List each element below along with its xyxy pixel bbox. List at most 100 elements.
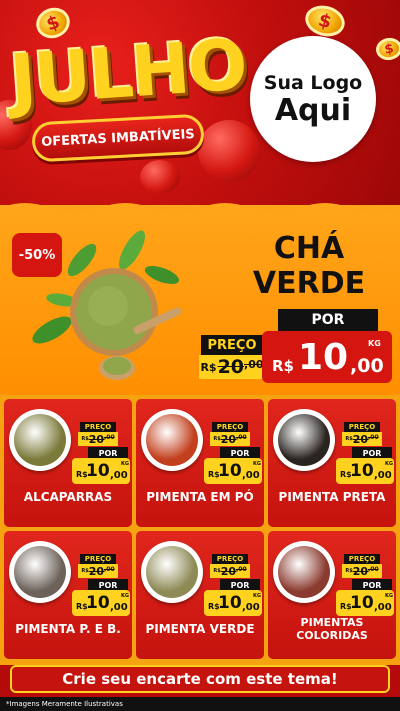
- decorative-ball: [198, 120, 260, 182]
- product-image: [273, 541, 335, 603]
- old-price-label: PREÇO: [80, 554, 116, 564]
- old-price-cents: ,00: [104, 434, 115, 441]
- page-title: JULHO: [7, 23, 249, 122]
- product-card: PREÇO R$ 20 ,00 POR R$ 10 ,00 KG PIMENTA…: [136, 531, 264, 659]
- product-name: PIMENTA PRETA: [278, 490, 386, 504]
- product-image: [9, 409, 71, 471]
- old-price: R$ 20 ,00: [210, 432, 250, 446]
- product-name: PIMENTA VERDE: [145, 622, 255, 636]
- old-price-label: PREÇO: [212, 554, 248, 564]
- old-price-prefix: R$: [81, 568, 89, 574]
- old-price-whole: 20: [88, 432, 104, 446]
- wave-divider: [0, 203, 400, 216]
- unit-label: KG: [385, 593, 393, 599]
- coin-icon: $: [374, 35, 400, 63]
- new-price: R$ 10 ,00 KG: [72, 458, 130, 484]
- old-price: R$ 20 ,00: [342, 564, 382, 578]
- old-price: R$ 20 ,00: [199, 355, 265, 379]
- old-price-label: PREÇO: [80, 422, 116, 432]
- new-price-cents: ,00: [374, 470, 392, 481]
- new-price-whole: 10: [350, 461, 374, 481]
- product-name: PIMENTAS COLORIDAS: [296, 616, 368, 642]
- new-price-whole: 10: [86, 461, 110, 481]
- product-image-fill: [146, 414, 198, 466]
- new-price-prefix: R$: [272, 357, 294, 375]
- old-price-label: PREÇO: [344, 554, 380, 564]
- unit-label: KG: [253, 593, 261, 599]
- new-price: R$ 10 ,00 KG: [262, 331, 392, 383]
- product-card: PREÇO R$ 20 ,00 POR R$ 10 ,00 KG PIMENTA…: [4, 531, 132, 659]
- old-price-whole: 20: [220, 432, 236, 446]
- header-banner: $ $ $ JULHO OFERTAS IMBATÍVEIS Sua Logo …: [0, 0, 400, 215]
- product-card: PREÇO R$ 20 ,00 POR R$ 10 ,00 KG PIMENTA…: [136, 399, 264, 527]
- product-image-fill: [14, 414, 66, 466]
- new-price-whole: 10: [350, 593, 374, 613]
- new-price-whole: 10: [86, 593, 110, 613]
- footnote: *Imagens Meramente Ilustrativas: [0, 697, 400, 711]
- new-price: R$ 10 ,00 KG: [72, 590, 130, 616]
- old-price-prefix: R$: [81, 436, 89, 442]
- product-card: PREÇO R$ 20 ,00 POR R$ 10 ,00 KG PIMENTA…: [268, 531, 396, 659]
- new-price-cents: ,00: [242, 470, 260, 481]
- product-image: [141, 541, 203, 603]
- new-price-cents: ,00: [374, 602, 392, 613]
- new-price: R$ 10 ,00 KG: [336, 458, 394, 484]
- product-card: PREÇO R$ 20 ,00 POR R$ 10 ,00 KG ALCAPAR…: [4, 399, 132, 527]
- old-price-whole: 20: [352, 432, 368, 446]
- logo-line-1: Sua Logo: [263, 71, 363, 94]
- old-price: R$ 20 ,00: [342, 432, 382, 446]
- product-image: [273, 409, 335, 471]
- old-price-prefix: R$: [200, 360, 217, 374]
- new-price-whole: 10: [298, 337, 349, 378]
- old-price-prefix: R$: [213, 436, 221, 442]
- new-price-cents: ,00: [110, 470, 128, 481]
- old-price-cents: ,00: [368, 566, 379, 573]
- subtitle-ribbon: OFERTAS IMBATÍVEIS: [31, 113, 205, 163]
- product-image: [141, 409, 203, 471]
- old-price: R$ 20 ,00: [78, 432, 118, 446]
- logo-line-2: Aqui: [274, 92, 352, 128]
- logo-placeholder: Sua Logo Aqui: [250, 36, 376, 162]
- old-price-label: PREÇO: [201, 335, 263, 355]
- product-image-fill: [146, 546, 198, 598]
- unit-label: KG: [121, 593, 129, 599]
- old-price-cents: ,00: [368, 434, 379, 441]
- new-price-whole: 10: [218, 461, 242, 481]
- unit-label: KG: [368, 339, 381, 348]
- decorative-ball: [140, 160, 180, 194]
- new-price-cents: ,00: [242, 602, 260, 613]
- new-price: R$ 10 ,00 KG: [336, 590, 394, 616]
- featured-name-line-1: CHÁ: [273, 231, 345, 266]
- coin-icon: $: [301, 1, 349, 41]
- unit-label: KG: [253, 461, 261, 467]
- old-price-cents: ,00: [236, 566, 247, 573]
- new-price-label: POR: [278, 309, 378, 331]
- old-price-whole: 20: [352, 564, 368, 578]
- old-price-cents: ,00: [236, 434, 247, 441]
- old-price-prefix: R$: [213, 568, 221, 574]
- product-name: PIMENTA EM PÓ: [146, 490, 254, 504]
- new-price: R$ 10 ,00 KG: [204, 590, 262, 616]
- old-price-label: PREÇO: [344, 422, 380, 432]
- unit-label: KG: [121, 461, 129, 467]
- old-price-whole: 20: [220, 564, 236, 578]
- old-price-cents: ,00: [104, 566, 115, 573]
- product-name: ALCAPARRAS: [23, 490, 113, 504]
- old-price-whole: 20: [88, 564, 104, 578]
- new-price-cents: ,00: [350, 355, 384, 377]
- old-price-cents: ,00: [244, 358, 264, 371]
- old-price-whole: 20: [217, 356, 245, 378]
- cta-button[interactable]: Crie seu encarte com este tema!: [10, 665, 390, 693]
- old-price-label: PREÇO: [212, 422, 248, 432]
- featured-product-name: CHÁ VERDE: [226, 231, 392, 301]
- unit-label: KG: [385, 461, 393, 467]
- product-image: [9, 541, 71, 603]
- new-price-whole: 10: [218, 593, 242, 613]
- featured-name-line-2: VERDE: [252, 265, 366, 301]
- old-price-prefix: R$: [345, 436, 353, 442]
- product-image-fill: [278, 414, 330, 466]
- new-price-cents: ,00: [110, 602, 128, 613]
- discount-badge: -50%: [12, 233, 62, 277]
- old-price-prefix: R$: [345, 568, 353, 574]
- old-price: R$ 20 ,00: [78, 564, 118, 578]
